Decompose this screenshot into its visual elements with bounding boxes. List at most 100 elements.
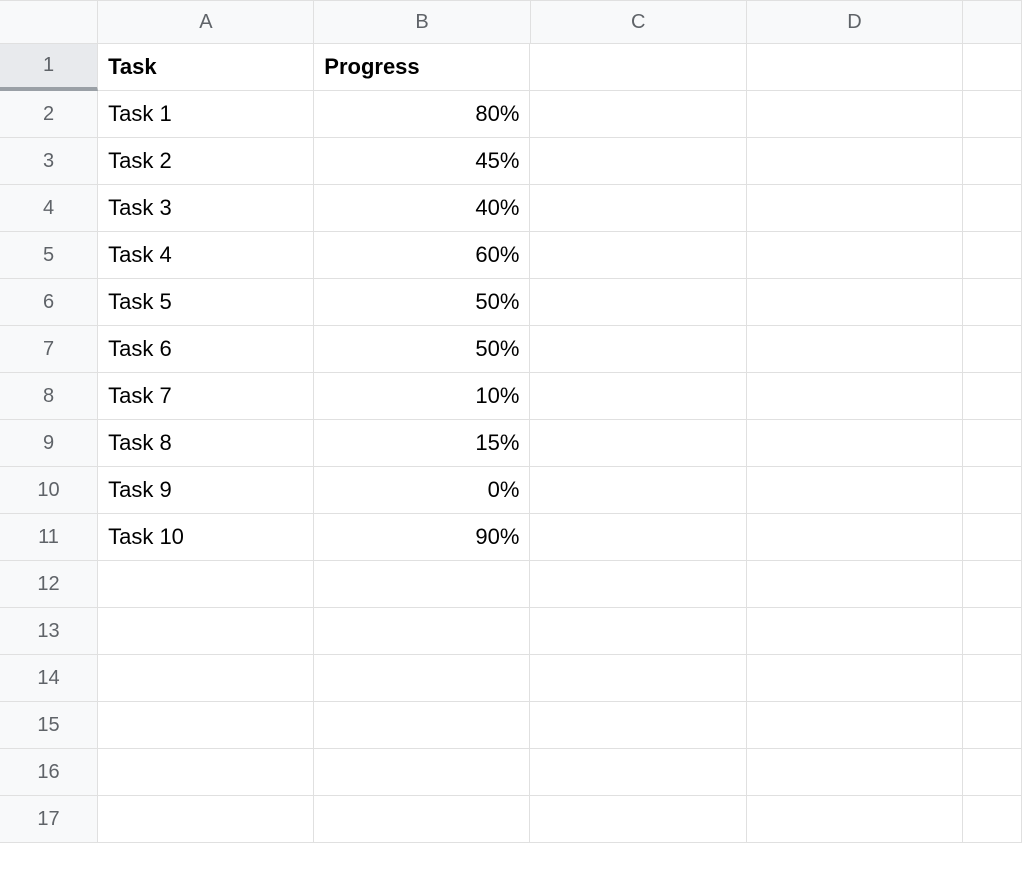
cell-D15[interactable]	[747, 702, 963, 749]
cell-A8[interactable]: Task 7	[98, 373, 314, 420]
cell-E1[interactable]	[963, 44, 1022, 91]
row-header-12[interactable]: 12	[0, 561, 98, 608]
cell-B11[interactable]: 90%	[314, 514, 530, 561]
cell-C3[interactable]	[530, 138, 746, 185]
cell-E15[interactable]	[963, 702, 1022, 749]
cell-B1[interactable]: Progress	[314, 44, 530, 91]
cell-E3[interactable]	[963, 138, 1022, 185]
cell-D11[interactable]	[747, 514, 963, 561]
cell-D2[interactable]	[747, 91, 963, 138]
cell-C16[interactable]	[530, 749, 746, 796]
col-header-E[interactable]	[963, 0, 1022, 44]
col-header-B[interactable]: B	[314, 0, 530, 44]
cell-E8[interactable]	[963, 373, 1022, 420]
cell-D16[interactable]	[747, 749, 963, 796]
cell-B13[interactable]	[314, 608, 530, 655]
spreadsheet-grid[interactable]: A B C D 1TaskProgress2Task 180%3Task 245…	[0, 0, 1022, 873]
cell-E2[interactable]	[963, 91, 1022, 138]
cell-B4[interactable]: 40%	[314, 185, 530, 232]
row-header-1[interactable]: 1	[0, 44, 98, 91]
cell-A3[interactable]: Task 2	[98, 138, 314, 185]
cell-B9[interactable]: 15%	[314, 420, 530, 467]
row-header-4[interactable]: 4	[0, 185, 98, 232]
cell-D14[interactable]	[747, 655, 963, 702]
cell-C11[interactable]	[530, 514, 746, 561]
row-header-11[interactable]: 11	[0, 514, 98, 561]
cell-E4[interactable]	[963, 185, 1022, 232]
cell-C2[interactable]	[530, 91, 746, 138]
cell-B6[interactable]: 50%	[314, 279, 530, 326]
cell-B5[interactable]: 60%	[314, 232, 530, 279]
cell-B17[interactable]	[314, 796, 530, 843]
cell-E14[interactable]	[963, 655, 1022, 702]
cell-D7[interactable]	[747, 326, 963, 373]
row-header-2[interactable]: 2	[0, 91, 98, 138]
cell-B2[interactable]: 80%	[314, 91, 530, 138]
cell-A11[interactable]: Task 10	[98, 514, 314, 561]
row-header-10[interactable]: 10	[0, 467, 98, 514]
cell-B15[interactable]	[314, 702, 530, 749]
cell-E13[interactable]	[963, 608, 1022, 655]
row-header-6[interactable]: 6	[0, 279, 98, 326]
cell-C15[interactable]	[530, 702, 746, 749]
cell-A1[interactable]: Task	[98, 44, 314, 91]
select-all-corner[interactable]	[0, 0, 98, 44]
cell-E5[interactable]	[963, 232, 1022, 279]
cell-D9[interactable]	[747, 420, 963, 467]
cell-C17[interactable]	[530, 796, 746, 843]
cell-D13[interactable]	[747, 608, 963, 655]
row-header-16[interactable]: 16	[0, 749, 98, 796]
cell-A10[interactable]: Task 9	[98, 467, 314, 514]
cell-C6[interactable]	[530, 279, 746, 326]
row-header-14[interactable]: 14	[0, 655, 98, 702]
cell-C10[interactable]	[530, 467, 746, 514]
row-header-3[interactable]: 3	[0, 138, 98, 185]
row-header-17[interactable]: 17	[0, 796, 98, 843]
cell-E12[interactable]	[963, 561, 1022, 608]
row-header-9[interactable]: 9	[0, 420, 98, 467]
cell-E11[interactable]	[963, 514, 1022, 561]
row-header-5[interactable]: 5	[0, 232, 98, 279]
cell-D17[interactable]	[747, 796, 963, 843]
cell-A9[interactable]: Task 8	[98, 420, 314, 467]
cell-B7[interactable]: 50%	[314, 326, 530, 373]
col-header-D[interactable]: D	[747, 0, 963, 44]
cell-C13[interactable]	[530, 608, 746, 655]
cell-A6[interactable]: Task 5	[98, 279, 314, 326]
row-header-13[interactable]: 13	[0, 608, 98, 655]
cell-D8[interactable]	[747, 373, 963, 420]
cell-C1[interactable]	[530, 44, 746, 91]
cell-B3[interactable]: 45%	[314, 138, 530, 185]
cell-A5[interactable]: Task 4	[98, 232, 314, 279]
cell-D5[interactable]	[747, 232, 963, 279]
cell-A14[interactable]	[98, 655, 314, 702]
cell-B16[interactable]	[314, 749, 530, 796]
cell-E10[interactable]	[963, 467, 1022, 514]
cell-A15[interactable]	[98, 702, 314, 749]
cell-E7[interactable]	[963, 326, 1022, 373]
cell-D6[interactable]	[747, 279, 963, 326]
col-header-C[interactable]: C	[531, 0, 747, 44]
cell-C5[interactable]	[530, 232, 746, 279]
col-header-A[interactable]: A	[98, 0, 314, 44]
cell-D10[interactable]	[747, 467, 963, 514]
cell-D12[interactable]	[747, 561, 963, 608]
cell-B8[interactable]: 10%	[314, 373, 530, 420]
cell-B12[interactable]	[314, 561, 530, 608]
cell-C4[interactable]	[530, 185, 746, 232]
cell-C14[interactable]	[530, 655, 746, 702]
cell-E16[interactable]	[963, 749, 1022, 796]
cell-C8[interactable]	[530, 373, 746, 420]
cell-B10[interactable]: 0%	[314, 467, 530, 514]
row-header-8[interactable]: 8	[0, 373, 98, 420]
cell-C9[interactable]	[530, 420, 746, 467]
cell-A16[interactable]	[98, 749, 314, 796]
cell-D3[interactable]	[747, 138, 963, 185]
cell-A12[interactable]	[98, 561, 314, 608]
cell-A4[interactable]: Task 3	[98, 185, 314, 232]
cell-D4[interactable]	[747, 185, 963, 232]
cell-C7[interactable]	[530, 326, 746, 373]
cell-C12[interactable]	[530, 561, 746, 608]
row-header-15[interactable]: 15	[0, 702, 98, 749]
cell-E9[interactable]	[963, 420, 1022, 467]
